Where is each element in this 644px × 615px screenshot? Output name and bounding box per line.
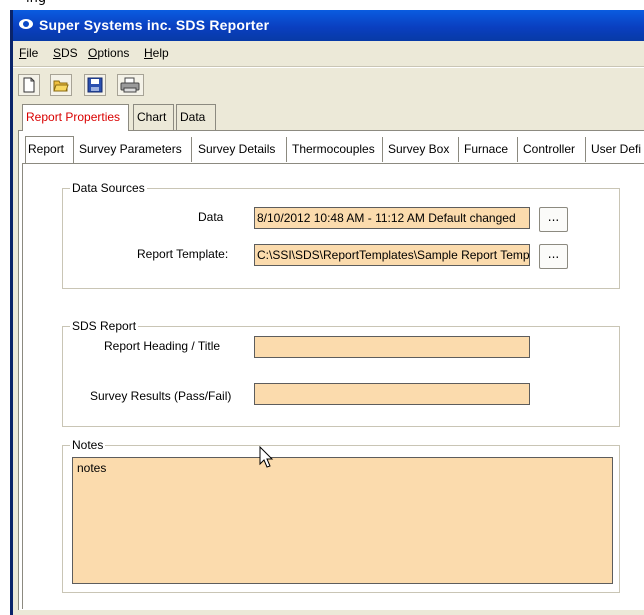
window-title: Super Systems inc. SDS Reporter [39, 17, 270, 33]
mouse-cursor-icon [259, 446, 274, 468]
tab-survey-details[interactable]: Survey Details [196, 137, 287, 162]
survey-results-field[interactable] [254, 383, 530, 405]
open-button[interactable] [50, 74, 72, 96]
tab-data[interactable]: Data [176, 104, 216, 130]
menu-help-label: elp [152, 46, 169, 60]
menu-bar: File SDS Options Help [13, 41, 644, 65]
data-label: Data [198, 210, 224, 224]
menu-file[interactable]: File [19, 46, 38, 60]
tab-furnace[interactable]: Furnace [462, 137, 518, 162]
notes-textarea[interactable]: notes [72, 457, 613, 584]
tab-report-properties[interactable]: Report Properties [22, 104, 129, 131]
menu-help[interactable]: Help [144, 46, 169, 60]
tab-controller[interactable]: Controller [521, 137, 586, 162]
report-heading-field[interactable] [254, 336, 530, 358]
new-file-button[interactable] [18, 74, 40, 96]
tab-user-defined[interactable]: User Defi [589, 137, 644, 162]
menu-sds-label: DS [61, 46, 78, 60]
print-button[interactable] [117, 74, 144, 96]
report-template-browse-button[interactable]: ... [539, 244, 568, 269]
data-sources-legend: Data Sources [70, 181, 147, 195]
report-template-label: Report Template: [137, 247, 229, 261]
title-bar: Super Systems inc. SDS Reporter [13, 10, 644, 41]
open-folder-icon [53, 80, 69, 92]
notes-legend: Notes [70, 438, 106, 452]
menu-options[interactable]: Options [88, 46, 129, 60]
menu-sds-accel: S [53, 46, 62, 60]
data-field[interactable]: 8/10/2012 10:48 AM - 11:12 AM Default ch… [254, 207, 530, 229]
top-strip-text: ing [26, 0, 46, 6]
app-icon [19, 19, 33, 29]
save-disk-icon [87, 77, 103, 93]
print-icon [120, 77, 140, 93]
tab-chart[interactable]: Chart [133, 104, 174, 130]
menu-options-label: ptions [97, 46, 130, 60]
data-browse-button[interactable]: ... [539, 207, 568, 232]
sds-report-legend: SDS Report [70, 319, 139, 333]
menu-file-label: ile [26, 46, 39, 60]
tab-survey-box[interactable]: Survey Box [386, 137, 459, 162]
save-button[interactable] [84, 74, 106, 96]
tab-survey-parameters[interactable]: Survey Parameters [77, 137, 192, 162]
report-template-field[interactable]: C:\SSI\SDS\ReportTemplates\Sample Report… [254, 244, 530, 266]
data-sources-group [62, 188, 620, 289]
report-heading-label: Report Heading / Title [104, 339, 221, 353]
toolbar-divider [13, 66, 644, 68]
menu-sds[interactable]: SDS [53, 46, 78, 60]
new-file-icon [23, 77, 35, 93]
menu-help-accel: H [144, 46, 153, 60]
top-strip: ing [0, 0, 644, 8]
tab-thermocouples[interactable]: Thermocouples [290, 137, 383, 162]
menu-options-accel: O [88, 46, 98, 60]
tab-report[interactable]: Report [25, 136, 74, 163]
survey-results-label: Survey Results (Pass/Fail) [90, 389, 232, 403]
